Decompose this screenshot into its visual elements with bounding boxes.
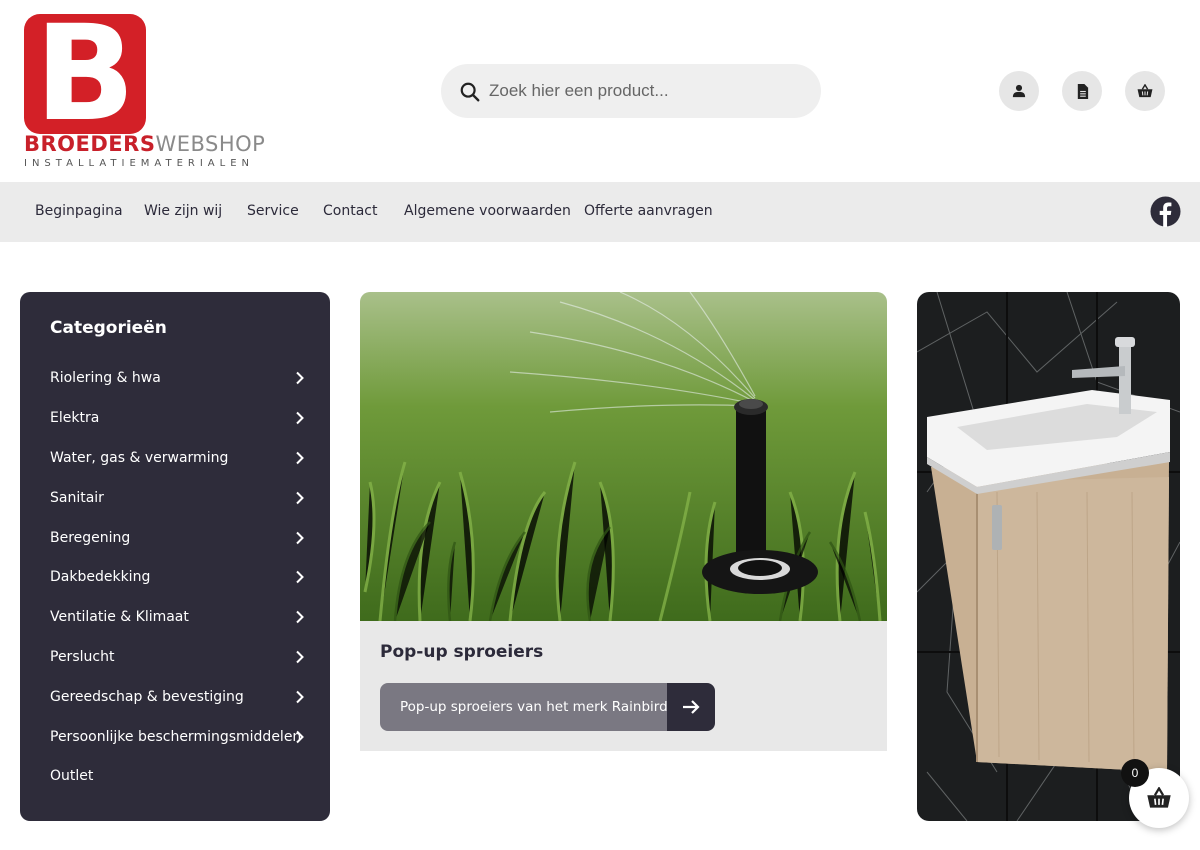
nav-item-service[interactable]: Service [247, 203, 299, 219]
promo-title: Pop-up sproeiers [380, 642, 544, 662]
category-item-ventilatie-klimaat[interactable]: Ventilatie & Klimaat [50, 607, 305, 629]
main-nav: Beginpagina Wie zijn wij Service Contact… [0, 182, 1200, 242]
category-item-outlet[interactable]: Outlet [50, 766, 305, 788]
category-label: Riolering & hwa [50, 370, 161, 386]
category-label: Outlet [50, 768, 94, 784]
promo-cta-button[interactable]: Pop-up sproeiers van het merk Rainbird [380, 683, 715, 731]
category-item-beregening[interactable]: Beregening [50, 528, 305, 550]
category-label: Sanitair [50, 490, 104, 506]
chevron-right-icon [296, 730, 304, 744]
arrow-right-icon [667, 683, 715, 731]
category-label: Persoonlijke beschermingsmiddelen [50, 729, 302, 745]
chevron-right-icon [296, 690, 304, 704]
category-label: Dakbedekking [50, 569, 151, 585]
site-logo[interactable]: B BROEDERSWEBSHOP INSTALLATIEMATERIALEN [22, 4, 272, 172]
basket-icon [1147, 787, 1171, 808]
category-item-riolering[interactable]: Riolering & hwa [50, 368, 305, 390]
category-item-beschermingsmiddelen[interactable]: Persoonlijke beschermingsmiddelen [50, 727, 305, 749]
search-bar[interactable] [441, 64, 821, 118]
nav-item-algemene-voorwaarden[interactable]: Algemene voorwaarden [404, 203, 571, 219]
chevron-right-icon [296, 371, 304, 385]
category-item-gereedschap[interactable]: Gereedschap & bevestiging [50, 687, 305, 709]
category-label: Ventilatie & Klimaat [50, 609, 189, 625]
category-item-perslucht[interactable]: Perslucht [50, 647, 305, 669]
category-item-dakbedekking[interactable]: Dakbedekking [50, 567, 305, 589]
search-input[interactable] [489, 74, 799, 108]
account-button[interactable] [999, 71, 1039, 111]
chevron-right-icon [296, 451, 304, 465]
chevron-right-icon [296, 650, 304, 664]
chevron-right-icon [296, 531, 304, 545]
category-label: Gereedschap & bevestiging [50, 689, 244, 705]
promo-card: Pop-up sproeiers Pop-up sproeiers van he… [360, 292, 887, 751]
chevron-right-icon [296, 570, 304, 584]
nav-item-beginpagina[interactable]: Beginpagina [35, 203, 123, 219]
category-sidebar: Categorieën Riolering & hwa Elektra Wate… [20, 292, 330, 821]
nav-item-offerte-aanvragen[interactable]: Offerte aanvragen [584, 203, 713, 219]
document-icon [1077, 83, 1088, 99]
logo-name-part1: BROEDERS [24, 132, 156, 156]
account-icon [1012, 84, 1026, 98]
quote-button[interactable] [1062, 71, 1102, 111]
category-label: Elektra [50, 410, 100, 426]
cart-button[interactable] [1125, 71, 1165, 111]
category-item-water-gas-verwarming[interactable]: Water, gas & verwarming [50, 448, 305, 470]
nav-item-wie-zijn-wij[interactable]: Wie zijn wij [144, 203, 222, 219]
site-header: B BROEDERSWEBSHOP INSTALLATIEMATERIALEN [0, 0, 1200, 182]
promo-cta-label: Pop-up sproeiers van het merk Rainbird [380, 683, 668, 731]
nav-item-contact[interactable]: Contact [323, 203, 377, 219]
chevron-right-icon [296, 491, 304, 505]
logo-name-part2: WEBSHOP [155, 132, 266, 156]
cart-count-badge: 0 [1121, 759, 1149, 787]
facebook-icon[interactable] [1150, 196, 1181, 227]
logo-subtitle: INSTALLATIEMATERIALEN [24, 158, 254, 169]
search-icon[interactable] [459, 81, 481, 103]
chevron-right-icon [296, 411, 304, 425]
logo-wordmark: BROEDERSWEBSHOP [24, 132, 265, 156]
logo-mark: B [24, 4, 146, 144]
chevron-right-icon [296, 610, 304, 624]
category-item-sanitair[interactable]: Sanitair [50, 488, 305, 510]
logo-letter: B [34, 0, 136, 151]
category-item-elektra[interactable]: Elektra [50, 408, 305, 430]
washbasin-image[interactable] [917, 292, 1180, 821]
sprinkler-image[interactable] [360, 292, 887, 621]
sidebar-title: Categorieën [50, 318, 167, 338]
category-label: Water, gas & verwarming [50, 450, 229, 466]
basket-icon [1137, 84, 1153, 98]
category-label: Beregening [50, 530, 131, 546]
category-label: Perslucht [50, 649, 115, 665]
